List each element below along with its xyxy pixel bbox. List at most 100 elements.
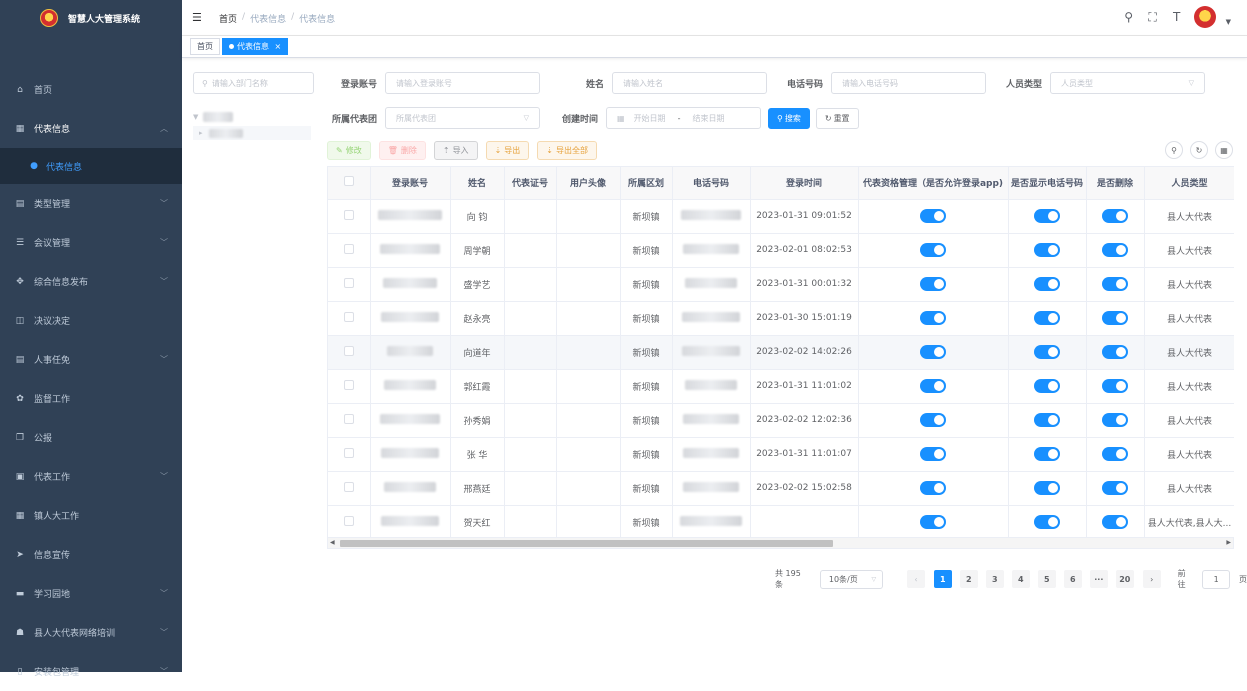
submenu-item-active[interactable]: ● 代表信息 xyxy=(0,148,182,184)
tag-representative-info[interactable]: 代表信息 × xyxy=(222,38,289,55)
deleted-toggle[interactable] xyxy=(1102,209,1128,223)
page-button[interactable]: 2 xyxy=(959,570,978,588)
deleted-toggle[interactable] xyxy=(1102,243,1128,257)
column-header[interactable]: 代表资格管理（是否允许登录app) xyxy=(858,167,1009,200)
prev-page-icon[interactable]: ‹ xyxy=(907,570,925,588)
sidebar-item[interactable]: ▣ 代表工作 ﹀ xyxy=(0,457,182,496)
allow-login-toggle[interactable] xyxy=(920,311,946,325)
column-header[interactable]: 是否删除 xyxy=(1086,167,1145,200)
row-checkbox[interactable] xyxy=(343,379,354,390)
account-input[interactable]: 请输入登录账号 xyxy=(385,72,540,94)
row-checkbox[interactable] xyxy=(343,311,354,322)
row-checkbox[interactable] xyxy=(343,447,354,458)
show-phone-toggle[interactable] xyxy=(1034,243,1060,257)
sidebar-item[interactable]: ❐ 公报 xyxy=(0,418,182,457)
allow-login-toggle[interactable] xyxy=(920,243,946,257)
phone-input[interactable]: 请输入电话号码 xyxy=(831,72,986,94)
show-phone-toggle[interactable] xyxy=(1034,413,1060,427)
allow-login-toggle[interactable] xyxy=(920,413,946,427)
page-button[interactable]: 1 xyxy=(933,570,952,588)
show-phone-toggle[interactable] xyxy=(1034,311,1060,325)
row-checkbox[interactable] xyxy=(343,277,354,288)
columns-icon[interactable]: ▦ xyxy=(1215,141,1233,159)
sidebar-item[interactable]: ☗ 县人大代表网络培训 ﹀ xyxy=(0,613,182,652)
sidebar-item[interactable]: ✿ 监督工作 xyxy=(0,379,182,418)
column-header[interactable]: 电话号码 xyxy=(672,167,751,200)
column-header[interactable]: 用户头像 xyxy=(556,167,621,200)
sidebar-item[interactable]: ◫ 决议决定 xyxy=(0,301,182,340)
table-row[interactable]: 向道年 新坝镇 2023-02-02 14:02:26 县人大代表 xyxy=(328,335,1234,370)
page-size-select[interactable]: 10条/页 ▽ xyxy=(819,569,884,589)
sidebar-item[interactable]: ☰ 会议管理 ﹀ xyxy=(0,223,182,262)
row-checkbox[interactable] xyxy=(343,209,354,220)
sidebar-item[interactable]: ▬ 学习园地 ﹀ xyxy=(0,574,182,613)
page-button[interactable]: 3 xyxy=(985,570,1004,588)
sidebar-item[interactable]: ➤ 信息宣传 xyxy=(0,535,182,574)
horizontal-scrollbar[interactable]: ◀ ▶ xyxy=(327,537,1234,549)
date-range-picker[interactable]: ▦ 开始日期 - 结束日期 xyxy=(606,107,761,129)
export-all-button[interactable]: ⇣ 导出全部 xyxy=(537,141,597,160)
deleted-toggle[interactable] xyxy=(1102,277,1128,291)
show-phone-toggle[interactable] xyxy=(1034,481,1060,495)
allow-login-toggle[interactable] xyxy=(920,277,946,291)
allow-login-toggle[interactable] xyxy=(920,379,946,393)
close-icon[interactable]: × xyxy=(275,42,282,51)
deleted-toggle[interactable] xyxy=(1102,515,1128,529)
sidebar-item[interactable]: ▦ 代表信息 ︿ xyxy=(0,109,182,148)
dept-search-input[interactable]: ⚲ 请输入部门名称 xyxy=(193,72,314,94)
column-header[interactable]: 登录账号 xyxy=(370,167,451,200)
deleted-toggle[interactable] xyxy=(1102,413,1128,427)
sidebar-item[interactable]: ⌂ 首页 xyxy=(0,70,182,109)
search-button[interactable]: ⚲ 搜索 xyxy=(768,107,810,129)
deleted-toggle[interactable] xyxy=(1102,311,1128,325)
sidebar-item[interactable]: ▤ 人事任免 ﹀ xyxy=(0,340,182,379)
row-checkbox[interactable] xyxy=(343,481,354,492)
table-row[interactable]: 向 钧 新坝镇 2023-01-31 09:01:52 县人大代表 xyxy=(328,199,1234,234)
font-size-icon[interactable]: T xyxy=(1170,10,1184,24)
sidebar-item[interactable]: ▦ 镇人大工作 xyxy=(0,496,182,535)
show-phone-toggle[interactable] xyxy=(1034,447,1060,461)
caret-right-icon[interactable]: ▸ xyxy=(199,129,209,137)
show-phone-toggle[interactable] xyxy=(1034,345,1060,359)
search-toggle-icon[interactable]: ⚲ xyxy=(1165,141,1183,159)
scroll-right-icon[interactable]: ▶ xyxy=(1226,539,1231,546)
row-checkbox[interactable] xyxy=(343,413,354,424)
goto-page-input[interactable]: 1 xyxy=(1202,569,1230,589)
select-all-checkbox[interactable] xyxy=(343,176,354,187)
caret-down-icon[interactable]: ▼ xyxy=(193,113,203,121)
tree-node-child[interactable]: ▸ xyxy=(193,126,311,140)
avatar[interactable] xyxy=(1193,6,1216,28)
import-button[interactable]: ⇡ 导入 xyxy=(433,141,478,160)
column-header[interactable]: 人员类型 xyxy=(1144,167,1234,200)
row-checkbox[interactable] xyxy=(343,243,354,254)
show-phone-toggle[interactable] xyxy=(1034,515,1060,529)
deleted-toggle[interactable] xyxy=(1102,345,1128,359)
caret-down-icon[interactable]: ▼ xyxy=(1226,18,1231,26)
sidebar-item[interactable]: ✥ 综合信息发布 ﹀ xyxy=(0,262,182,301)
table-row[interactable]: 赵永亮 新坝镇 2023-01-30 15:01:19 县人大代表 xyxy=(328,301,1234,336)
refresh-icon[interactable]: ↻ xyxy=(1190,141,1208,159)
table-row[interactable]: 周学朝 新坝镇 2023-02-01 08:02:53 县人大代表 xyxy=(328,233,1234,268)
table-row[interactable]: 贺天红 新坝镇 县人大代表,县人大... xyxy=(328,505,1234,540)
table-row[interactable]: 邢燕廷 新坝镇 2023-02-02 15:02:58 县人大代表 xyxy=(328,471,1234,506)
name-input[interactable]: 请输入姓名 xyxy=(612,72,767,94)
table-row[interactable]: 张 华 新坝镇 2023-01-31 11:01:07 县人大代表 xyxy=(328,437,1234,472)
show-phone-toggle[interactable] xyxy=(1034,379,1060,393)
table-row[interactable]: 盛学艺 新坝镇 2023-01-31 00:01:32 县人大代表 xyxy=(328,267,1234,302)
next-page-icon[interactable]: › xyxy=(1142,570,1161,588)
scrollbar-thumb[interactable] xyxy=(340,540,833,547)
deleted-toggle[interactable] xyxy=(1102,379,1128,393)
page-button[interactable]: 4 xyxy=(1011,570,1030,588)
search-icon[interactable]: ⚲ xyxy=(1122,10,1136,24)
breadcrumb-home[interactable]: 首页 xyxy=(219,12,237,25)
edit-button[interactable]: ✎ 修改 xyxy=(327,141,371,160)
allow-login-toggle[interactable] xyxy=(920,209,946,223)
reset-button[interactable]: ↻ 重置 xyxy=(815,107,859,129)
tree-node[interactable]: ▼ xyxy=(193,110,316,124)
delete-button[interactable]: 🗑 删除 xyxy=(378,141,426,160)
show-phone-toggle[interactable] xyxy=(1034,277,1060,291)
row-checkbox[interactable] xyxy=(343,345,354,356)
fullscreen-icon[interactable]: ⛶ xyxy=(1146,10,1160,25)
column-header[interactable]: 姓名 xyxy=(450,167,505,200)
row-checkbox[interactable] xyxy=(343,515,354,526)
